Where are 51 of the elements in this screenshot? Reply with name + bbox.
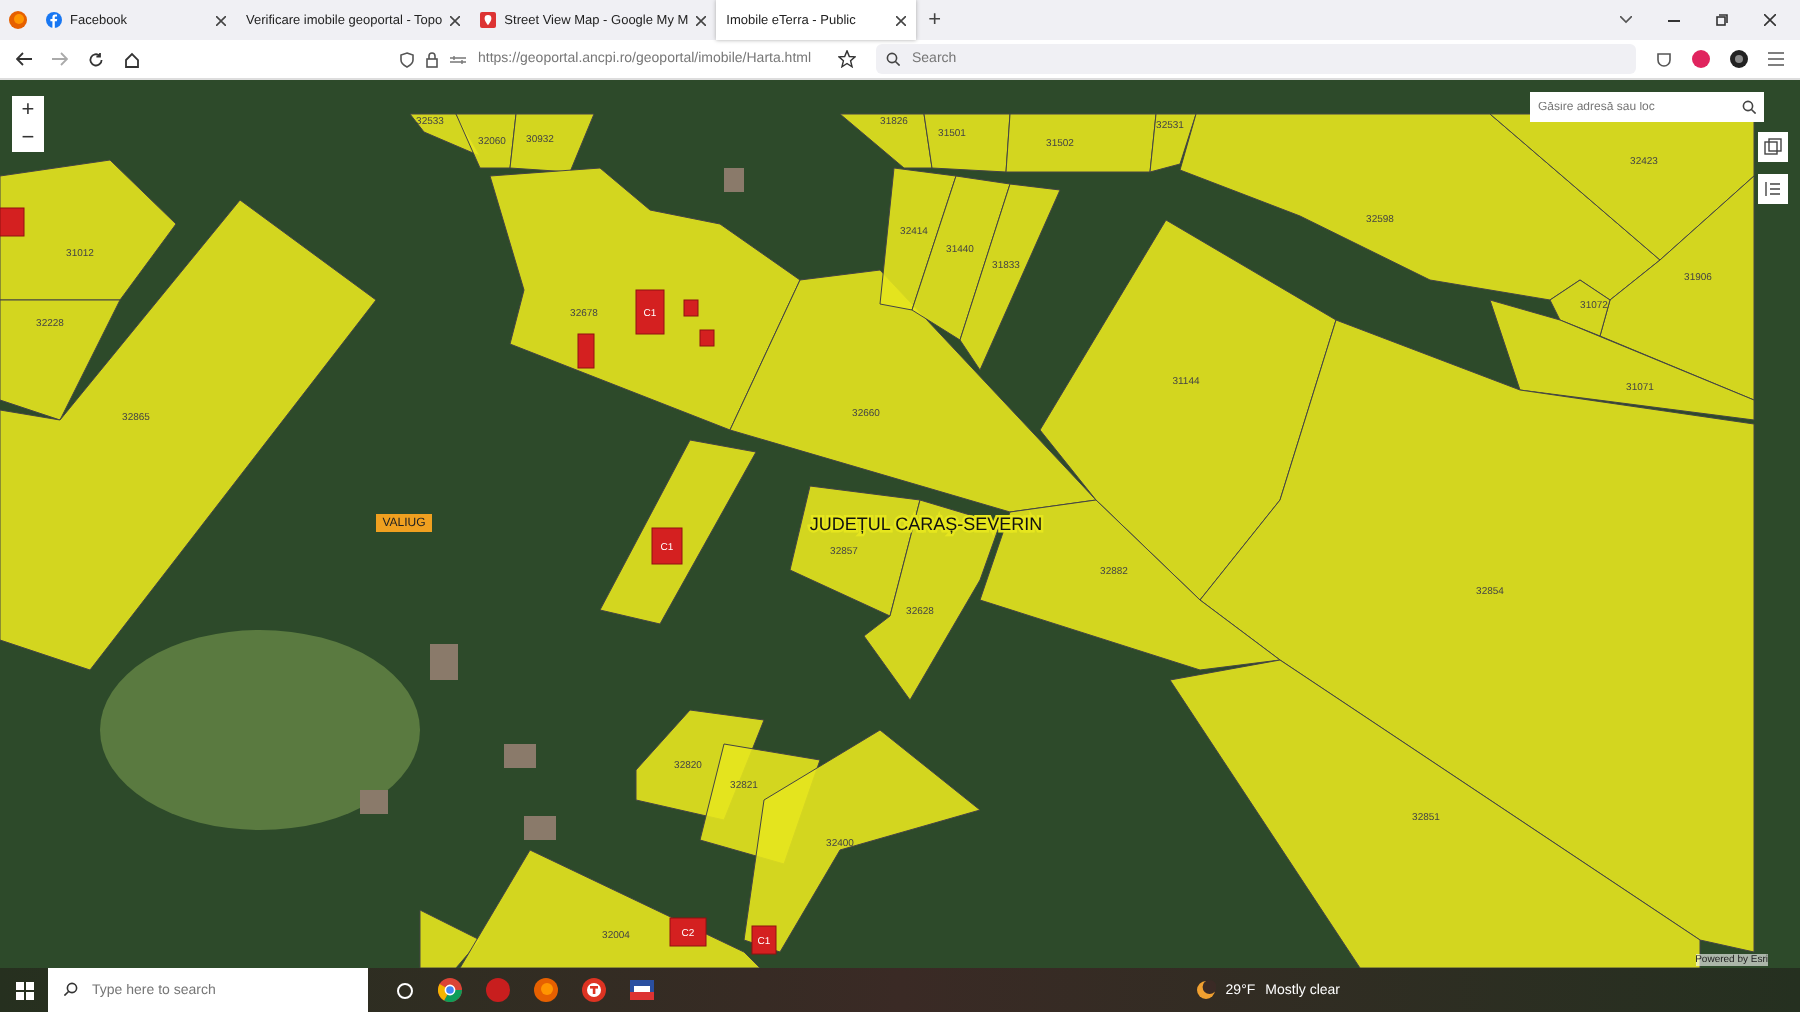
extension-icon[interactable] — [1730, 50, 1748, 68]
browser-logo-icon[interactable] — [534, 978, 558, 1002]
minimize-icon[interactable] — [1668, 19, 1680, 21]
parcel-polygon[interactable] — [0, 199, 377, 671]
new-tab-button[interactable]: + — [916, 0, 954, 40]
house-roof — [430, 644, 458, 680]
task-view-icon[interactable] — [396, 981, 414, 999]
close-icon[interactable] — [896, 15, 907, 25]
map-pin-icon — [480, 12, 497, 28]
parcel-polygon[interactable] — [839, 113, 933, 169]
parcel-polygon[interactable] — [509, 113, 595, 173]
browser-logo-icon[interactable] — [8, 10, 28, 30]
chrome-icon[interactable] — [438, 978, 462, 1002]
home-icon[interactable] — [124, 51, 140, 67]
close-icon[interactable] — [450, 15, 461, 25]
chevron-down-icon[interactable] — [1620, 16, 1632, 24]
house-roof — [524, 816, 556, 840]
restore-icon[interactable] — [1716, 14, 1728, 26]
parcel-polygon[interactable] — [0, 159, 177, 301]
zoom-button[interactable]: − — [12, 124, 44, 152]
house-roof — [724, 168, 744, 192]
close-icon[interactable] — [696, 15, 707, 25]
shield-icon[interactable] — [400, 51, 414, 67]
star-icon[interactable] — [838, 50, 856, 68]
pocket-icon[interactable] — [1656, 51, 1672, 67]
windows-start-icon[interactable] — [15, 981, 33, 999]
back-arrow-icon[interactable] — [16, 52, 32, 66]
parcel-polygon[interactable] — [1149, 113, 1197, 173]
parcel-polygon[interactable] — [0, 299, 121, 421]
reload-icon[interactable] — [88, 51, 104, 67]
house-roof — [360, 790, 388, 814]
lock-icon[interactable] — [426, 51, 438, 67]
search-icon — [1742, 100, 1756, 114]
basemap-button[interactable] — [1758, 132, 1788, 162]
app-icon[interactable] — [582, 978, 606, 1002]
close-icon[interactable] — [1764, 14, 1776, 26]
menu-icon[interactable] — [1768, 52, 1784, 66]
permissions-icon[interactable] — [450, 53, 466, 65]
list-icon — [1764, 180, 1782, 198]
facebook-icon — [46, 12, 62, 28]
app-icon[interactable] — [630, 980, 654, 1000]
parcel-polygon[interactable] — [455, 113, 517, 169]
legend-button[interactable] — [1758, 174, 1788, 204]
parcel-polygon[interactable] — [599, 439, 757, 625]
zoom-button[interactable]: + — [12, 96, 44, 124]
moon-icon — [1195, 980, 1216, 1000]
parcel-polygon[interactable] — [1549, 279, 1611, 337]
parcel-polygon[interactable] — [489, 167, 801, 431]
house-roof — [504, 744, 536, 768]
layers-icon — [1764, 138, 1782, 156]
close-icon[interactable] — [216, 15, 226, 25]
